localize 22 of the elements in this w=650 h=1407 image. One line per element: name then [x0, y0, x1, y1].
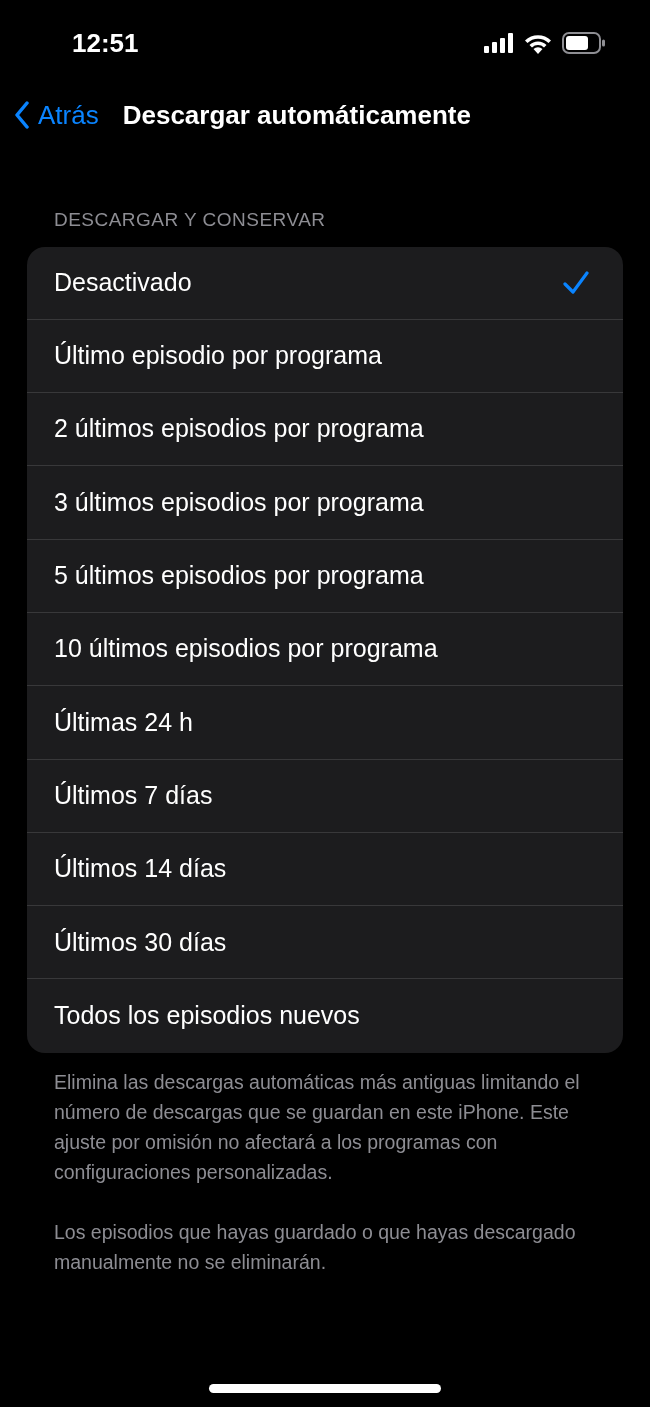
checkmark-icon [563, 270, 589, 295]
wifi-icon [524, 32, 552, 54]
section-header: DESCARGAR Y CONSERVAR [54, 208, 327, 232]
option-row[interactable]: 5 últimos episodios por programa [27, 539, 623, 613]
option-row[interactable]: Últimas 24 h [27, 686, 623, 760]
option-row[interactable]: Todos los episodios nuevos [27, 979, 623, 1053]
battery-icon [562, 32, 606, 54]
option-row[interactable]: 3 últimos episodios por programa [27, 466, 623, 540]
chevron-left-icon [14, 101, 30, 129]
status-time: 12:51 [72, 26, 139, 60]
option-row[interactable]: Último episodio por programa [27, 319, 623, 394]
footer-note: Elimina las descargas automáticas más antiguas limitando el número de descargas que se guardan en este iPhone. Este ajuste por omisión no afectará a los programas con configuraciones personalizadas. [54, 1069, 581, 1185]
option-row[interactable]: Últimos 30 días [27, 906, 623, 980]
option-row[interactable]: Últimos 14 días [27, 832, 623, 907]
option-row[interactable]: 2 últimos episodios por programa [27, 393, 623, 467]
option-row[interactable]: Desactivado [27, 246, 623, 320]
back-button[interactable]: Atrás [14, 95, 99, 135]
signal-icon [484, 33, 514, 53]
option-row[interactable]: 10 últimos episodios por programa [27, 613, 623, 687]
option-row[interactable]: Últimos 7 días [27, 759, 623, 833]
footer-note: Los episodios que hayas guardado o que hayas descargado manualmente no se eliminarán. [54, 1219, 577, 1275]
page-title: Descargar automáticamente [122, 98, 471, 132]
